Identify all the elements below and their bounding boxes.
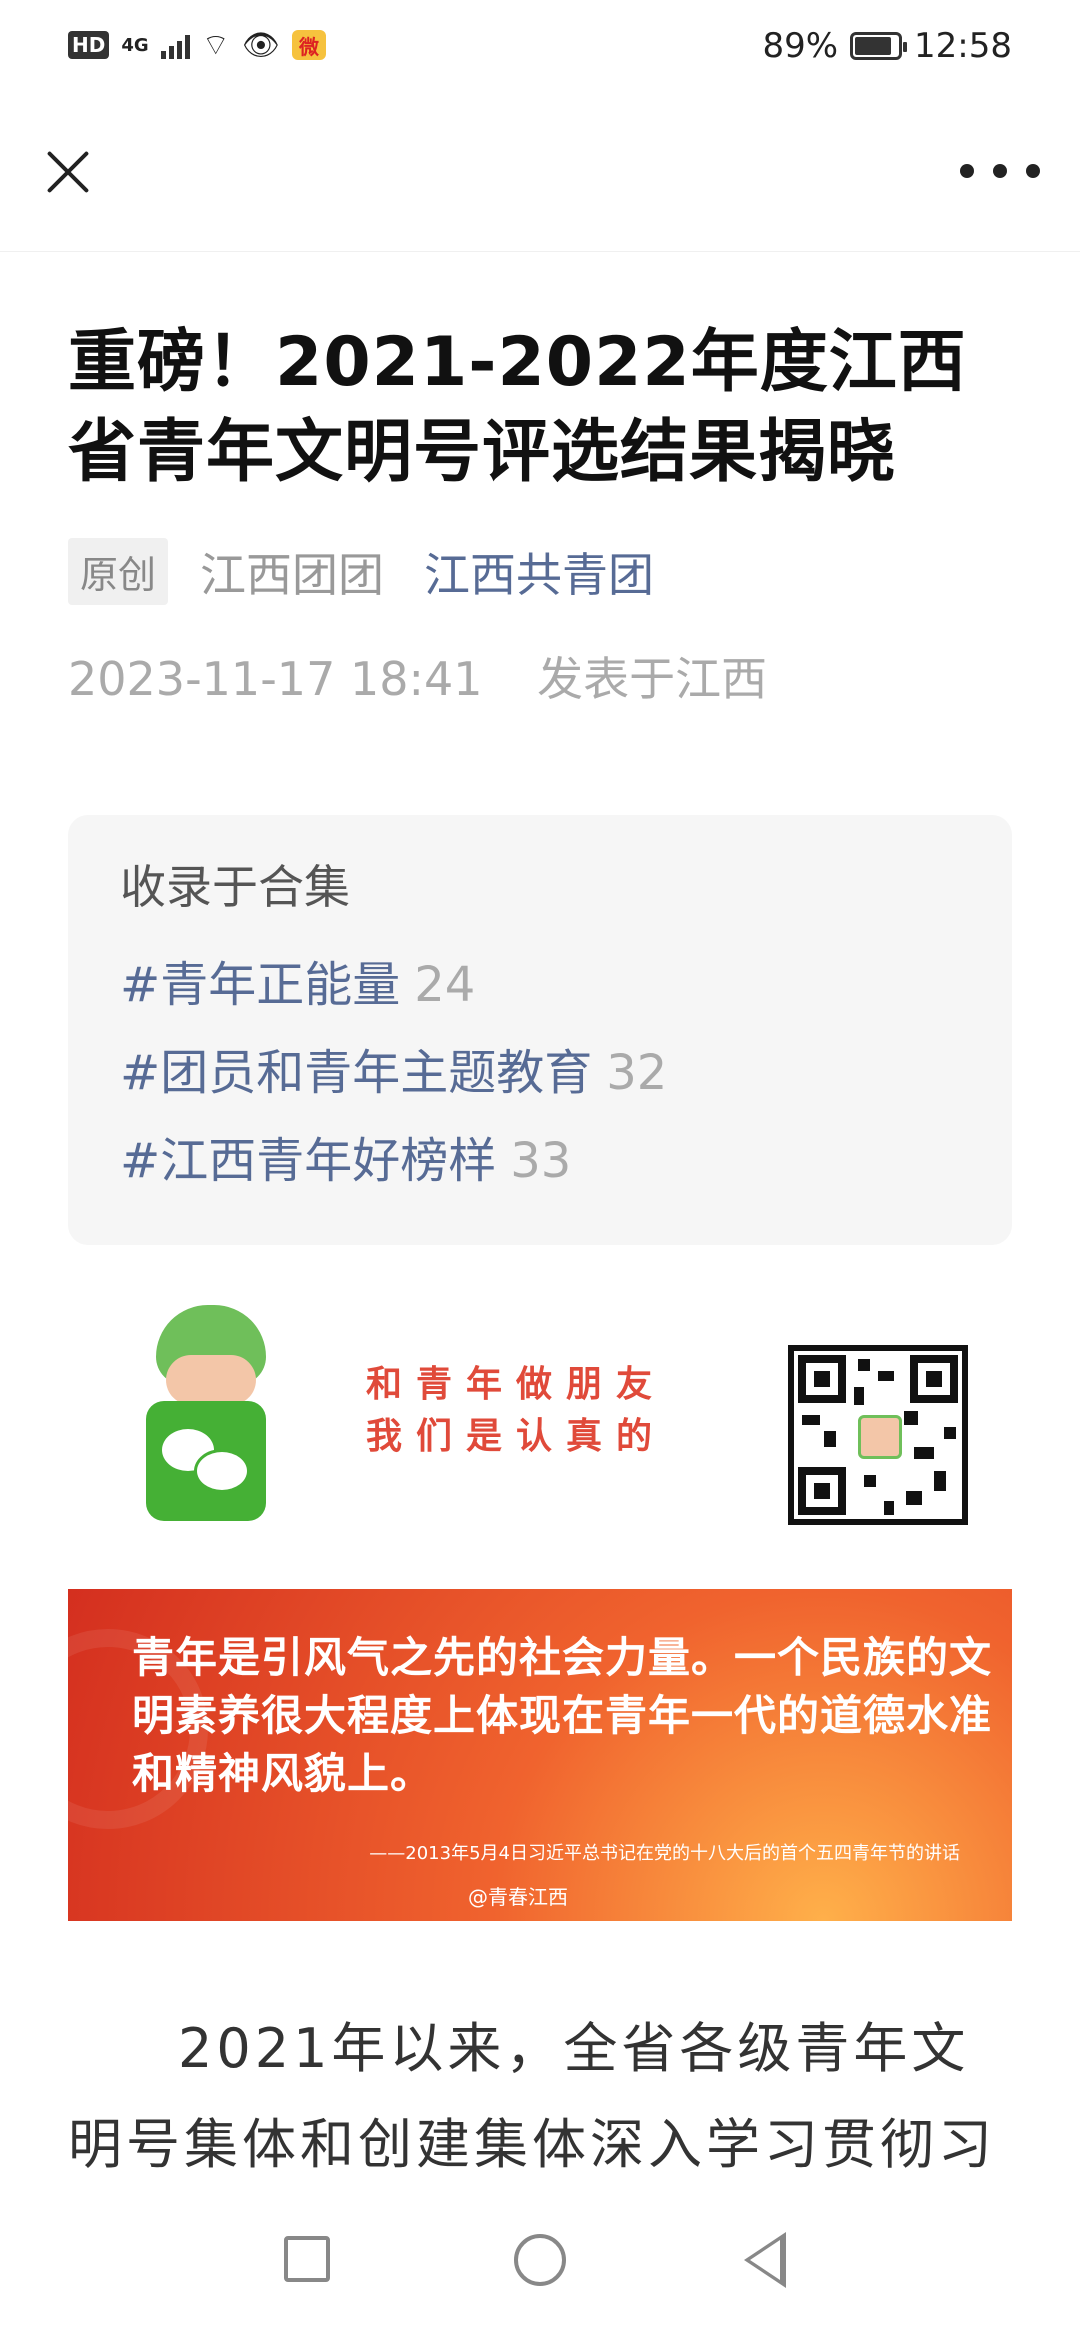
battery-icon	[850, 32, 908, 60]
recent-apps-icon[interactable]	[284, 2236, 330, 2282]
article-content: 重磅！2021-2022年度江西 省青年文明号评选结果揭晓 原创 江西团团 江西…	[68, 318, 1012, 2289]
mascot-wechat-icon	[136, 1305, 286, 1521]
back-icon[interactable]	[744, 2232, 786, 2288]
article-title: 重磅！2021-2022年度江西 省青年文明号评选结果揭晓	[68, 318, 1012, 498]
qr-mascot-icon	[858, 1415, 902, 1459]
clock: 12:58	[914, 26, 1012, 66]
banner-logo: @青春江西	[468, 1885, 568, 1909]
qr-code-icon	[788, 1345, 968, 1525]
title-line-2: 省青年文明号评选结果揭晓	[68, 413, 897, 492]
account-link[interactable]: 江西共青团	[424, 539, 654, 605]
quote-source: ——2013年5月4日习近平总书记在党的十八大后的首个五四青年节的讲话	[369, 1843, 960, 1864]
hd-icon: HD	[68, 31, 110, 59]
quote-banner-image: 青年是引风气之先的社会力量。一个民族的文明素养很大程度上体现在青年一代的道德水准…	[68, 1589, 1012, 1921]
collection-tag-label: #青年正能量	[120, 957, 401, 1013]
collection-tag-label: #江西青年好榜样	[120, 1133, 497, 1189]
status-bar: HD 4G ⌔ 👁 微 89% 12:58	[0, 0, 1080, 96]
slogan-line-1: 和青年做朋友	[366, 1364, 667, 1405]
collection-tag-count: 33	[510, 1133, 572, 1189]
close-icon[interactable]	[36, 140, 100, 204]
home-icon[interactable]	[514, 2234, 566, 2286]
publish-location: 发表于江西	[537, 652, 768, 706]
author-name: 江西团团	[200, 547, 385, 602]
original-badge: 原创	[68, 538, 169, 605]
title-line-1: 重磅！2021-2022年度江西	[68, 323, 967, 402]
signal-icon	[160, 31, 190, 59]
weibo-icon: 微	[291, 30, 326, 60]
quote-text: 青年是引风气之先的社会力量。一个民族的文明素养很大程度上体现在青年一代的道德水准…	[132, 1633, 993, 1798]
collection-tag[interactable]: #青年正能量 24	[120, 941, 960, 1029]
top-nav-bar	[0, 96, 1080, 252]
collection-tag[interactable]: #团员和青年主题教育 32	[120, 1029, 960, 1117]
collection-tag-count: 32	[606, 1045, 668, 1101]
slogan-line-2: 我们是认真的	[366, 1416, 667, 1457]
article-meta: 原创 江西团团 江西共青团	[68, 538, 1012, 605]
more-options-icon[interactable]	[960, 156, 1040, 186]
network-type-label: 4G	[121, 34, 149, 56]
wifi-icon: ⌔	[201, 28, 230, 63]
publish-date: 2023-11-17 18:41	[68, 652, 483, 706]
collection-tag-count: 24	[414, 957, 476, 1013]
slogan-text: 和青年做朋友 我们是认真的	[366, 1359, 666, 1463]
eye-icon: 👁	[241, 27, 280, 63]
collection-header: 收录于合集	[120, 860, 350, 914]
publish-info: 2023-11-17 18:41 发表于江西	[68, 643, 1012, 709]
battery-percent: 89%	[762, 26, 839, 66]
system-navigation-bar	[0, 2186, 1080, 2340]
follow-banner-image: 和青年做朋友 我们是认真的	[68, 1301, 1012, 1525]
collection-tag-label: #团员和青年主题教育	[120, 1045, 593, 1101]
collection-box: 收录于合集 #青年正能量 24 #团员和青年主题教育 32 #江西青年好榜样 33	[68, 815, 1012, 1245]
collection-tag[interactable]: #江西青年好榜样 33	[120, 1117, 960, 1205]
